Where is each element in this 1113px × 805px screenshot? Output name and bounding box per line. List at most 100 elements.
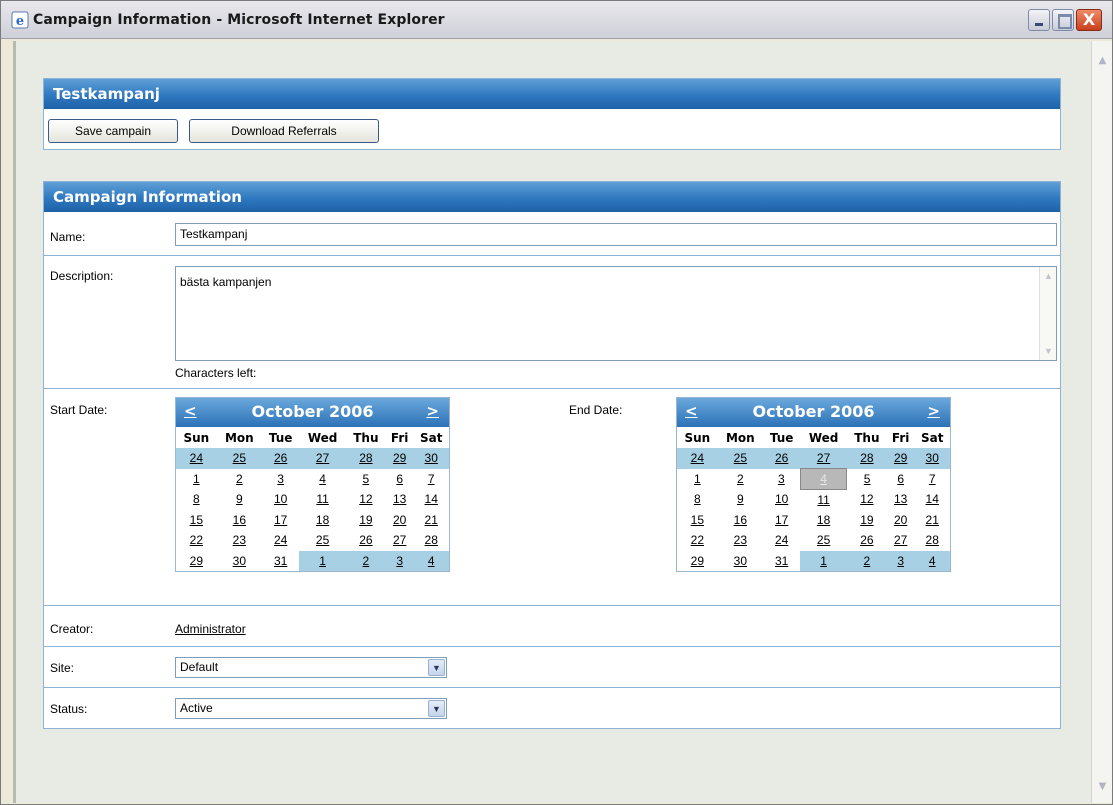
calendar-day[interactable]: 30 — [217, 551, 262, 572]
calendar-day[interactable]: 26 — [346, 530, 386, 551]
calendar-day[interactable]: 8 — [677, 489, 718, 510]
calendar-day[interactable]: 2 — [217, 469, 262, 490]
textarea-scrollbar[interactable]: ▲ ▼ — [1039, 267, 1056, 360]
calendar-day-selected[interactable]: 4 — [799, 468, 848, 490]
calendar-day[interactable]: 8 — [176, 489, 217, 510]
calendar-day[interactable]: 24 — [677, 448, 718, 469]
calendar-day[interactable]: 15 — [677, 510, 718, 531]
calendar-day[interactable]: 25 — [717, 448, 764, 469]
calendar-day[interactable]: 5 — [346, 469, 386, 490]
calendar-day[interactable]: 29 — [886, 448, 915, 469]
calendar-day[interactable]: 29 — [176, 551, 217, 572]
calendar-day[interactable]: 7 — [413, 469, 449, 490]
scroll-up-icon[interactable]: ▲ — [1095, 53, 1110, 68]
minimize-button[interactable] — [1028, 9, 1050, 31]
calendar-day[interactable]: 4 — [299, 469, 346, 490]
calendar-day[interactable]: 13 — [386, 489, 414, 510]
calendar-day[interactable]: 21 — [914, 510, 950, 531]
calendar-day[interactable]: 30 — [914, 448, 950, 469]
calendar-day[interactable]: 2 — [345, 550, 386, 571]
creator-link[interactable]: Administrator — [175, 622, 246, 636]
calendar-day[interactable]: 14 — [413, 489, 449, 510]
calendar-day[interactable]: 10 — [262, 489, 299, 510]
calendar-day[interactable]: 12 — [847, 489, 887, 510]
calendar-day[interactable]: 25 — [299, 530, 346, 551]
calendar-day[interactable]: 17 — [763, 510, 800, 531]
calendar-day[interactable]: 4 — [413, 550, 449, 571]
calendar-day[interactable]: 31 — [262, 551, 299, 572]
calendar-day[interactable]: 24 — [262, 530, 299, 551]
calendar-day[interactable]: 7 — [914, 469, 950, 490]
calendar-day[interactable]: 2 — [718, 469, 763, 490]
calendar-day[interactable]: 3 — [385, 550, 414, 571]
calendar-day[interactable]: 28 — [846, 448, 887, 469]
site-select[interactable]: Default ▼ — [175, 657, 447, 678]
calendar-day[interactable]: 26 — [763, 448, 801, 469]
calendar-day[interactable]: 6 — [887, 469, 915, 490]
calendar-day[interactable]: 19 — [847, 510, 887, 531]
calendar-day[interactable]: 6 — [386, 469, 414, 490]
next-month-link[interactable]: > — [927, 402, 940, 420]
calendar-day[interactable]: 2 — [846, 550, 887, 571]
maximize-button[interactable] — [1052, 9, 1074, 31]
calendar-day[interactable]: 18 — [800, 510, 847, 531]
scroll-down-icon[interactable]: ▼ — [1095, 779, 1110, 794]
calendar-day[interactable]: 4 — [914, 550, 950, 571]
calendar-day[interactable]: 16 — [217, 510, 262, 531]
calendar-day[interactable]: 3 — [763, 469, 800, 490]
calendar-day[interactable]: 28 — [345, 448, 386, 469]
calendar-day[interactable]: 3 — [262, 469, 299, 490]
calendar-day[interactable]: 16 — [718, 510, 763, 531]
calendar-day[interactable]: 22 — [176, 530, 217, 551]
next-month-link[interactable]: > — [426, 402, 439, 420]
calendar-day[interactable]: 23 — [217, 530, 262, 551]
download-referrals-button[interactable]: Download Referrals — [189, 119, 379, 143]
calendar-day[interactable]: 24 — [763, 530, 800, 551]
calendar-day[interactable]: 19 — [346, 510, 386, 531]
calendar-day[interactable]: 26 — [262, 448, 300, 469]
calendar-day[interactable]: 9 — [718, 489, 763, 510]
calendar-day[interactable]: 9 — [217, 489, 262, 510]
calendar-day[interactable]: 18 — [299, 510, 346, 531]
calendar-day[interactable]: 30 — [413, 448, 449, 469]
calendar-day[interactable]: 29 — [677, 551, 718, 572]
calendar-day[interactable]: 14 — [914, 489, 950, 510]
calendar-day[interactable]: 1 — [677, 469, 718, 490]
calendar-day[interactable]: 3 — [886, 550, 915, 571]
calendar-day[interactable]: 23 — [718, 530, 763, 551]
calendar-day[interactable]: 21 — [413, 510, 449, 531]
chevron-down-icon[interactable]: ▼ — [428, 659, 445, 676]
calendar-day[interactable]: 25 — [800, 530, 847, 551]
calendar-day[interactable]: 12 — [346, 489, 386, 510]
textarea-scroll-up-icon[interactable]: ▲ — [1043, 271, 1054, 281]
calendar-day[interactable]: 15 — [176, 510, 217, 531]
calendar-day[interactable]: 20 — [887, 510, 915, 531]
name-input[interactable]: Testkampanj — [175, 223, 1057, 246]
calendar-day[interactable]: 17 — [262, 510, 299, 531]
chevron-down-icon[interactable]: ▼ — [428, 700, 445, 717]
textarea-scroll-down-icon[interactable]: ▼ — [1043, 346, 1054, 356]
calendar-day[interactable]: 11 — [299, 489, 346, 510]
calendar-day[interactable]: 27 — [386, 530, 414, 551]
calendar-day[interactable]: 13 — [887, 489, 915, 510]
calendar-day[interactable]: 10 — [763, 489, 800, 510]
vertical-scrollbar[interactable]: ▲ ▼ — [1091, 41, 1112, 803]
calendar-day[interactable]: 22 — [677, 530, 718, 551]
calendar-day[interactable]: 28 — [914, 530, 950, 551]
calendar-day[interactable]: 5 — [847, 469, 887, 490]
calendar-day[interactable]: 25 — [216, 448, 263, 469]
calendar-day[interactable]: 29 — [385, 448, 414, 469]
calendar-day[interactable]: 20 — [386, 510, 414, 531]
calendar-day[interactable]: 27 — [887, 530, 915, 551]
calendar-day[interactable]: 31 — [763, 551, 800, 572]
calendar-day[interactable]: 27 — [299, 448, 346, 469]
status-select[interactable]: Active ▼ — [175, 698, 447, 719]
close-button[interactable]: X — [1076, 9, 1102, 31]
description-textarea[interactable]: bästa kampanjen ▲ ▼ — [175, 266, 1057, 361]
calendar-day[interactable]: 11 — [800, 489, 847, 510]
calendar-day[interactable]: 28 — [413, 530, 449, 551]
save-campaign-button[interactable]: Save campain — [48, 119, 178, 143]
calendar-day[interactable]: 27 — [800, 448, 847, 469]
calendar-day[interactable]: 1 — [299, 550, 346, 571]
calendar-day[interactable]: 1 — [176, 469, 217, 490]
